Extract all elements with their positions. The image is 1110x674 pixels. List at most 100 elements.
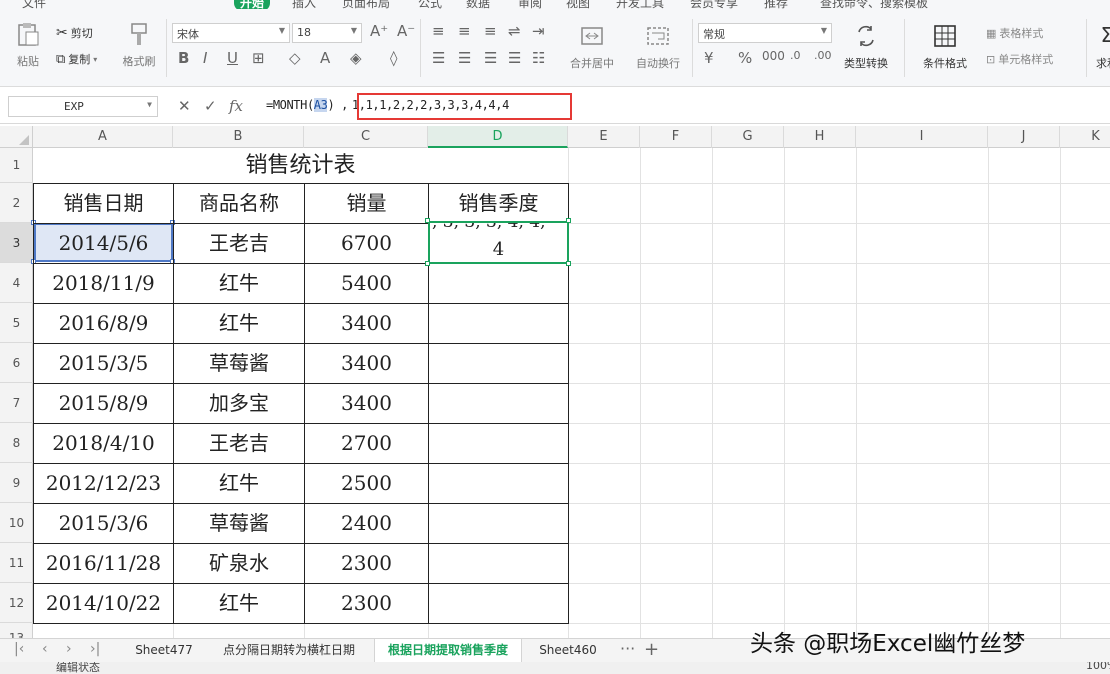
- date-cell[interactable]: 2015/3/6: [34, 504, 173, 543]
- date-cell[interactable]: 2014/5/6: [34, 224, 173, 263]
- date-cell[interactable]: 2016/11/28: [34, 544, 173, 583]
- clear-format-icon[interactable]: ◈: [350, 49, 362, 67]
- paste-button[interactable]: 粘贴: [8, 21, 48, 69]
- row-header[interactable]: 7: [0, 383, 33, 423]
- row-header[interactable]: 6: [0, 343, 33, 383]
- align-bottom-icon[interactable]: ≡: [484, 22, 497, 40]
- indent-icon[interactable]: ⇥: [532, 22, 545, 40]
- sales-cell[interactable]: 2400: [305, 504, 428, 543]
- justify-icon[interactable]: ☰: [508, 49, 521, 67]
- menu-page-layout[interactable]: 页面布局: [342, 0, 390, 9]
- row-header[interactable]: 10: [0, 503, 33, 543]
- menu-file[interactable]: 文件: [22, 0, 46, 9]
- column-header-g[interactable]: G: [712, 126, 784, 148]
- sales-cell[interactable]: 2500: [305, 464, 428, 503]
- product-cell[interactable]: 草莓酱: [174, 344, 304, 383]
- row-header[interactable]: 13: [0, 623, 33, 638]
- sales-cell[interactable]: 3400: [305, 304, 428, 343]
- font-color-icon[interactable]: A: [320, 49, 330, 67]
- menu-home[interactable]: 开始: [234, 0, 271, 9]
- date-cell[interactable]: 2015/8/9: [34, 384, 173, 423]
- column-header-i[interactable]: I: [856, 126, 988, 148]
- date-cell[interactable]: 2018/11/9: [34, 264, 173, 303]
- more-sheets-icon[interactable]: ···: [620, 639, 635, 658]
- confirm-icon[interactable]: ✓: [204, 97, 217, 115]
- orientation-icon[interactable]: ⇌: [508, 22, 521, 40]
- sheet-tab-active[interactable]: 根据日期提取销售季度: [374, 639, 522, 662]
- menu-review[interactable]: 审阅: [518, 0, 542, 9]
- column-header-c[interactable]: C: [304, 126, 428, 148]
- product-cell[interactable]: 加多宝: [174, 384, 304, 423]
- date-cell[interactable]: 2014/10/22: [34, 584, 173, 623]
- last-sheet-icon[interactable]: ›|: [90, 641, 100, 657]
- row-header[interactable]: 9: [0, 463, 33, 503]
- name-box[interactable]: EXP ▼: [8, 96, 158, 117]
- prev-sheet-icon[interactable]: ‹: [42, 641, 48, 657]
- next-sheet-icon[interactable]: ›: [66, 641, 72, 657]
- merge-center-button[interactable]: 合并居中: [562, 23, 622, 71]
- type-convert-button[interactable]: 类型转换: [838, 23, 894, 71]
- fill-handle[interactable]: [566, 218, 571, 223]
- product-cell[interactable]: 红牛: [174, 464, 304, 503]
- fill-handle[interactable]: [566, 261, 571, 266]
- product-cell[interactable]: 红牛: [174, 264, 304, 303]
- increase-font-icon[interactable]: A⁺: [370, 22, 388, 40]
- cell-style-button[interactable]: ⊡ 单元格样式: [986, 51, 1053, 67]
- column-header-k[interactable]: K: [1060, 126, 1110, 148]
- font-name-select[interactable]: 宋体 ▼: [172, 23, 290, 43]
- column-header-d[interactable]: D: [428, 126, 568, 148]
- underline-icon[interactable]: U: [227, 49, 238, 67]
- copy-button[interactable]: ⧉ 复制 ▾: [56, 51, 97, 67]
- select-all-corner[interactable]: [0, 126, 33, 148]
- first-sheet-icon[interactable]: |‹: [14, 641, 24, 657]
- sheet-tab[interactable]: Sheet460: [530, 639, 606, 662]
- thousands-icon[interactable]: 000: [762, 49, 785, 63]
- menu-formulas[interactable]: 公式: [418, 0, 442, 9]
- sheet-tab[interactable]: 点分隔日期转为横杠日期: [212, 639, 366, 662]
- conditional-format-button[interactable]: 条件格式: [912, 23, 978, 71]
- number-format-select[interactable]: 常规 ▼: [698, 23, 832, 43]
- column-header-e[interactable]: E: [568, 126, 640, 148]
- menu-developer[interactable]: 开发工具: [616, 0, 664, 9]
- align-middle-icon[interactable]: ≡: [458, 22, 471, 40]
- table-title-cell[interactable]: 销售统计表: [33, 148, 568, 183]
- sales-cell[interactable]: 6700: [305, 224, 428, 263]
- column-header-b[interactable]: B: [173, 126, 304, 148]
- header-cell[interactable]: 销售季度: [429, 184, 568, 223]
- eraser-icon[interactable]: ◊: [390, 49, 397, 67]
- sheet-tab[interactable]: Sheet477: [124, 639, 204, 662]
- table-style-button[interactable]: ▦ 表格样式: [986, 25, 1043, 41]
- product-cell[interactable]: 草莓酱: [174, 504, 304, 543]
- menu-insert[interactable]: 插入: [292, 0, 316, 9]
- date-cell[interactable]: 2018/4/10: [34, 424, 173, 463]
- cut-button[interactable]: ✂ 剪切: [56, 25, 93, 41]
- row-header[interactable]: 2: [0, 183, 33, 223]
- sales-cell[interactable]: 2700: [305, 424, 428, 463]
- align-top-icon[interactable]: ≡: [432, 22, 445, 40]
- active-cell-d3[interactable]: , 3, 3, 3, 4, 4, 4: [428, 221, 569, 264]
- product-cell[interactable]: 王老吉: [174, 424, 304, 463]
- currency-icon[interactable]: ¥: [704, 49, 714, 67]
- row-header[interactable]: 1: [0, 148, 33, 183]
- date-cell[interactable]: 2015/3/5: [34, 344, 173, 383]
- sales-cell[interactable]: 3400: [305, 384, 428, 423]
- add-sheet-icon[interactable]: +: [644, 639, 659, 660]
- row-header[interactable]: 5: [0, 303, 33, 343]
- font-size-select[interactable]: 18 ▼: [292, 23, 362, 43]
- border-icon[interactable]: ⊞: [252, 49, 265, 67]
- row-header[interactable]: 4: [0, 263, 33, 303]
- column-header-h[interactable]: H: [784, 126, 856, 148]
- bold-icon[interactable]: B: [178, 49, 189, 67]
- fill-color-icon[interactable]: ◇: [289, 49, 301, 67]
- row-header[interactable]: 11: [0, 543, 33, 583]
- header-cell[interactable]: 销量: [305, 184, 428, 223]
- wrap-text-button[interactable]: 自动换行: [630, 23, 686, 71]
- row-header[interactable]: 8: [0, 423, 33, 463]
- decrease-font-icon[interactable]: A⁻: [397, 22, 415, 40]
- sales-cell[interactable]: 3400: [305, 344, 428, 383]
- menu-member[interactable]: 会员专享: [690, 0, 738, 9]
- align-center-icon[interactable]: ☰: [458, 49, 471, 67]
- spreadsheet-grid[interactable]: A B C D E F G H I J K 1 2 3 4 5 6 7 8 9 …: [0, 126, 1110, 638]
- insert-function-icon[interactable]: fx: [229, 97, 243, 115]
- row-header[interactable]: 12: [0, 583, 33, 623]
